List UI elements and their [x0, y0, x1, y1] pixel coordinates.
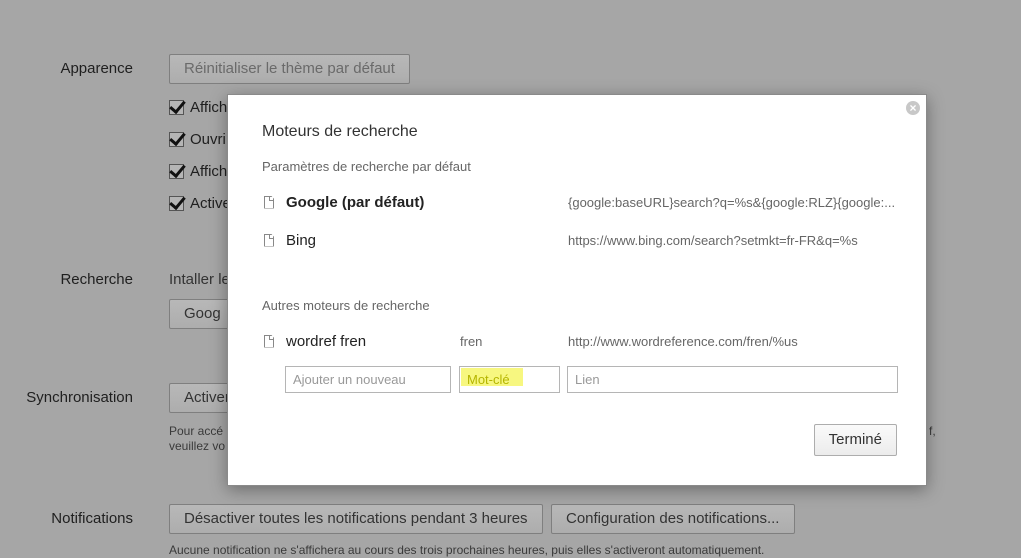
- appearance-checkbox-3[interactable]: Affich: [169, 163, 227, 180]
- new-engine-keyword-input[interactable]: [459, 366, 560, 393]
- checkbox-checked-icon: [169, 132, 184, 147]
- search-label: Recherche: [60, 271, 133, 288]
- notification-settings-button[interactable]: Configuration des notifications...: [551, 504, 795, 534]
- reset-theme-button[interactable]: Réinitialiser le thème par défaut: [169, 54, 410, 84]
- new-engine-name-input[interactable]: [285, 366, 451, 393]
- document-icon: [264, 195, 274, 209]
- done-button[interactable]: Terminé: [813, 424, 897, 456]
- sync-help-text-1-right: f,: [929, 424, 936, 438]
- notifications-footer-text: Aucune notification ne s'affichera au co…: [169, 543, 765, 557]
- engine-url: {google:baseURL}search?q=%s&{google:RLZ}…: [568, 194, 896, 210]
- sync-label: Synchronisation: [26, 389, 133, 406]
- engine-row-bing[interactable]: Bing https://www.bing.com/search?setmkt=…: [264, 229, 904, 251]
- notifications-label: Notifications: [51, 510, 133, 527]
- checkbox-checked-icon: [169, 196, 184, 211]
- appearance-checkbox-4[interactable]: Active: [169, 195, 231, 212]
- checkbox-checked-icon: [169, 164, 184, 179]
- document-icon: [264, 233, 274, 247]
- appearance-checkbox-2[interactable]: Ouvri: [169, 131, 226, 148]
- default-engines-heading: Paramètres de recherche par défaut: [262, 159, 471, 174]
- document-icon: [264, 334, 274, 348]
- dialog-title: Moteurs de recherche: [262, 123, 418, 140]
- engine-url: https://www.bing.com/search?setmkt=fr-FR…: [568, 232, 858, 248]
- sync-help-text-1: Pour accé: [169, 424, 224, 438]
- engine-url: http://www.wordreference.com/fren/%us: [568, 333, 798, 349]
- checkbox-checked-icon: [169, 100, 184, 115]
- engine-name: Google (par défaut): [286, 193, 425, 211]
- sync-help-text-2: veuillez vo: [169, 439, 226, 453]
- appearance-label: Apparence: [60, 60, 133, 77]
- disable-notifications-button[interactable]: Désactiver toutes les notifications pend…: [169, 504, 543, 534]
- engine-row-google[interactable]: Google (par défaut) {google:baseURL}sear…: [264, 191, 904, 213]
- engine-row-wordref[interactable]: wordref fren fren http://www.wordreferen…: [264, 330, 904, 352]
- engine-name: Bing: [286, 231, 317, 249]
- engine-keyword: fren: [460, 333, 483, 349]
- close-icon[interactable]: ×: [906, 101, 920, 115]
- new-engine-url-input[interactable]: [567, 366, 898, 393]
- other-engines-heading: Autres moteurs de recherche: [262, 298, 430, 313]
- search-description: Intaller le: [169, 271, 230, 288]
- search-engines-dialog: × Moteurs de recherche Paramètres de rec…: [227, 94, 927, 486]
- appearance-checkbox-1[interactable]: Affich: [169, 99, 227, 116]
- engine-name: wordref fren: [286, 332, 367, 350]
